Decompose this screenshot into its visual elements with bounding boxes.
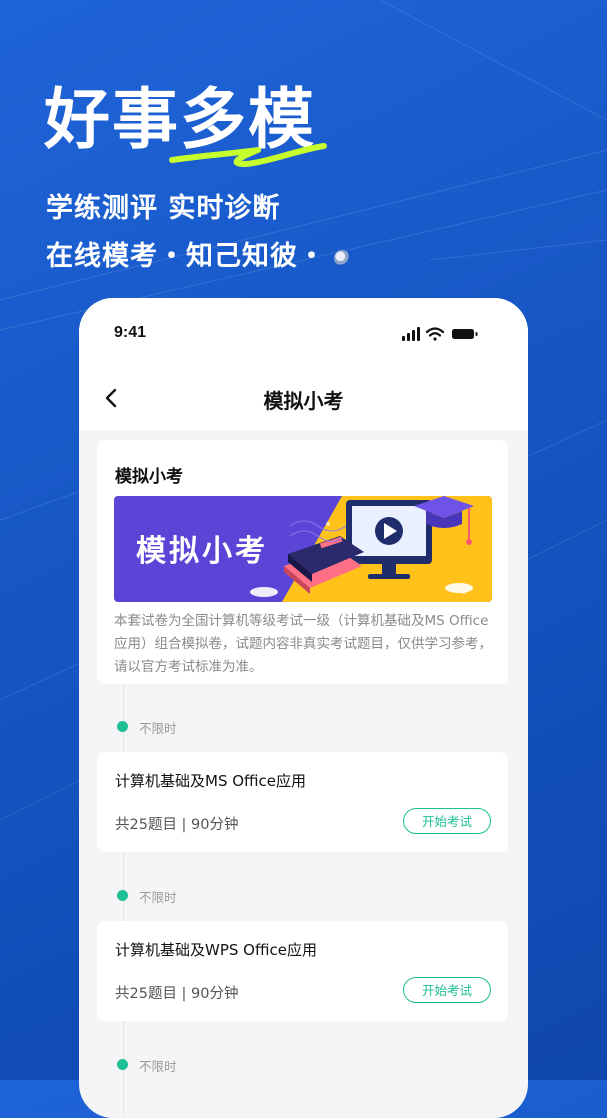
exam-list[interactable]: 模拟小考 模拟小考 本套试卷为全国计算机等级考试一级（计算机基础及MS Offi…: [79, 430, 528, 1118]
time-limit-text: 不限时: [139, 721, 177, 736]
hero-subtitle-2: 在线模考・知己知彼・: [46, 234, 350, 273]
time-limit-text: 不限时: [139, 890, 177, 905]
page-title: 模拟小考: [263, 389, 344, 413]
exam-name: 计算机基础及MS Office应用: [115, 772, 307, 790]
signal-icon: [402, 327, 420, 341]
timeline-dot: [117, 721, 128, 732]
exam-card: 计算机基础及WPS Office应用 共25题目 | 90分钟 开始考试: [97, 921, 508, 1021]
banner-title: 模拟小考: [136, 534, 268, 569]
hero-subtitle-1: 学练测评 实时诊断: [46, 193, 281, 224]
wifi-icon: [425, 327, 445, 341]
mascot-icon: [334, 249, 350, 266]
hero-subtitle-2-text: 在线模考・知己知彼・: [46, 241, 326, 272]
battery-icon: [452, 329, 478, 339]
time-limit-text: 不限时: [139, 1059, 177, 1074]
nav-bar: 模拟小考: [79, 368, 528, 430]
status-time: 9:41: [114, 324, 147, 341]
info-card-title: 模拟小考: [115, 467, 183, 487]
exam-info-card: 模拟小考 模拟小考 本套试卷为全国计算机等级考试一级（计算机基础及MS Offi…: [97, 440, 508, 684]
status-bar: 9:41: [79, 298, 528, 368]
start-exam-button[interactable]: 开始考试: [403, 808, 491, 834]
squiggle-decoration: [169, 143, 327, 167]
exam-meta: 共25题目 | 90分钟: [115, 986, 239, 1002]
phone-frame: 9:41 模拟小考 模拟小考 模拟小考 本套试卷为全国计算机等级考试一级（计算机…: [79, 298, 528, 1118]
start-exam-button[interactable]: 开始考试: [403, 977, 491, 1003]
status-icons: [402, 327, 478, 341]
exam-name: 计算机基础及WPS Office应用: [115, 941, 317, 959]
exam-meta: 共25题目 | 90分钟: [115, 817, 239, 833]
timeline-dot: [117, 1059, 128, 1070]
exam-card: 计算机基础及MS Office应用 共25题目 | 90分钟 开始考试: [97, 752, 508, 852]
timeline-line: [123, 684, 124, 1118]
exam-banner: 模拟小考: [114, 496, 492, 602]
exam-description: 本套试卷为全国计算机等级考试一级（计算机基础及MS Office应用）组合模拟卷…: [114, 613, 492, 675]
timeline-dot: [117, 890, 128, 901]
